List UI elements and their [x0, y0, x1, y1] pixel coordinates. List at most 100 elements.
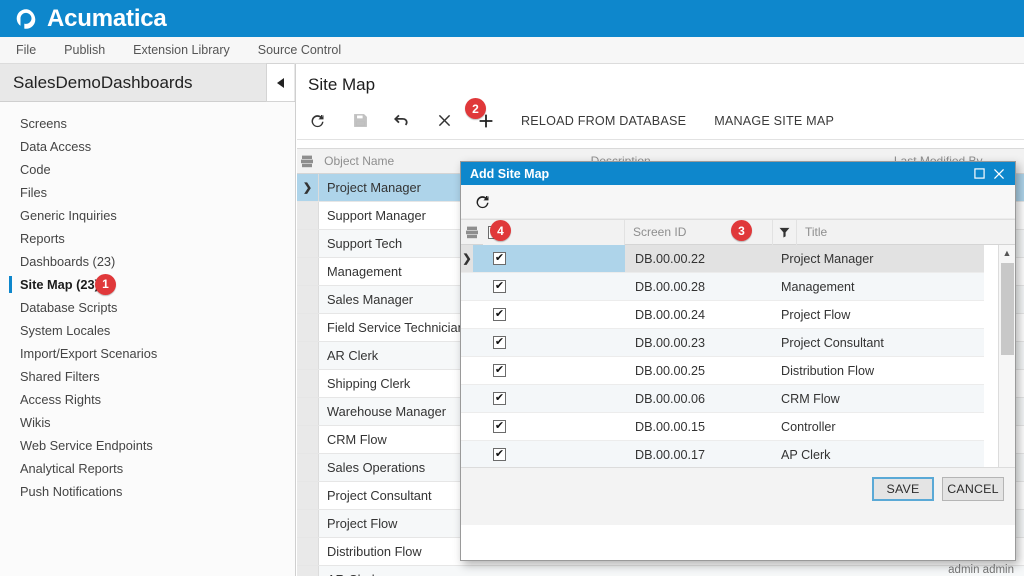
row-expand-icon[interactable]: ❯	[461, 245, 473, 272]
row-checkbox[interactable]	[493, 364, 506, 377]
cell-title: CRM Flow	[781, 391, 840, 406]
row-checkbox-cell[interactable]	[473, 301, 625, 328]
close-icon[interactable]	[989, 163, 1009, 185]
dialog-column-title[interactable]: Title	[797, 220, 1015, 245]
menu-item-source-control[interactable]: Source Control	[244, 37, 355, 63]
sidebar-item-code[interactable]: Code	[0, 158, 295, 181]
sidebar-item-label: Analytical Reports	[20, 461, 124, 476]
row-checkbox-cell[interactable]	[473, 441, 625, 468]
row-marker	[297, 370, 319, 397]
menu-item-publish[interactable]: Publish	[50, 37, 119, 63]
table-row[interactable]: DB.00.00.23 Project Consultant	[461, 329, 984, 357]
row-checkbox[interactable]	[493, 308, 506, 321]
cell-title: Project Consultant	[781, 335, 884, 350]
sidebar-item-import-export-scenarios[interactable]: Import/Export Scenarios	[0, 342, 295, 365]
sidebar-item-data-access[interactable]: Data Access	[0, 135, 295, 158]
row-checkbox-cell[interactable]	[473, 329, 625, 356]
cell-object-name: AR Clerk	[327, 348, 379, 363]
row-marker	[297, 286, 319, 313]
sidebar-item-list: Screens Data Access Code Files Generic I…	[0, 102, 295, 503]
grid-settings-icon[interactable]	[461, 226, 483, 239]
cancel-button[interactable]: CANCEL	[942, 477, 1004, 501]
table-row[interactable]: DB.00.00.24 Project Flow	[461, 301, 984, 329]
cell-screen-id: DB.00.00.24	[635, 307, 706, 322]
save-button[interactable]: SAVE	[872, 477, 934, 501]
brand-bar: Acumatica	[0, 0, 1024, 37]
row-checkbox-cell[interactable]	[473, 385, 625, 412]
table-row[interactable]: DB.00.00.25 Distribution Flow	[461, 357, 984, 385]
menu-item-extension-library[interactable]: Extension Library	[119, 37, 244, 63]
row-checkbox[interactable]	[493, 252, 506, 265]
cell-object-name: Shipping Clerk	[327, 376, 411, 391]
cell-object-name: Sales Operations	[327, 460, 426, 475]
row-checkbox-cell[interactable]	[473, 413, 625, 440]
row-marker	[297, 258, 319, 285]
sidebar-item-files[interactable]: Files	[0, 181, 295, 204]
row-checkbox[interactable]	[493, 336, 506, 349]
cell-screen-id: DB.00.00.28	[635, 279, 706, 294]
manage-site-map-button[interactable]: MANAGE SITE MAP	[700, 103, 848, 139]
table-row[interactable]: DB.00.00.15 Controller	[461, 413, 984, 441]
row-checkbox[interactable]	[493, 420, 506, 433]
sidebar-item-database-scripts[interactable]: Database Scripts	[0, 296, 295, 319]
cell-screen-id: DB.00.00.17	[635, 447, 706, 462]
maximize-icon[interactable]	[969, 163, 989, 185]
sidebar-collapse-button[interactable]	[266, 63, 294, 102]
status-bar-user: admin admin	[948, 564, 1014, 576]
sidebar-item-wikis[interactable]: Wikis	[0, 411, 295, 434]
sidebar-item-reports[interactable]: Reports	[0, 227, 295, 250]
cell-screen-id: DB.00.00.25	[635, 363, 706, 378]
sidebar-item-push-notifications[interactable]: Push Notifications	[0, 480, 295, 503]
undo-icon[interactable]	[381, 103, 423, 139]
scrollbar-thumb[interactable]	[1001, 263, 1014, 355]
table-row[interactable]: AR Clerk	[297, 566, 1024, 576]
sidebar-item-site-map[interactable]: Site Map (23) 1	[0, 273, 295, 296]
save-icon	[339, 103, 381, 139]
menu-item-file[interactable]: File	[0, 37, 50, 63]
table-row[interactable]: DB.00.00.28 Management	[461, 273, 984, 301]
cell-title: Project Manager	[781, 251, 874, 266]
sidebar-title: SalesDemoDashboards	[13, 72, 193, 92]
sidebar-item-dashboards[interactable]: Dashboards (23)	[0, 250, 295, 273]
cell-object-name: Field Service Technician	[327, 320, 465, 335]
sidebar-item-analytical-reports[interactable]: Analytical Reports	[0, 457, 295, 480]
row-marker	[297, 426, 319, 453]
grid-settings-icon[interactable]	[297, 155, 317, 168]
sidebar-item-system-locales[interactable]: System Locales	[0, 319, 295, 342]
sidebar-item-generic-inquiries[interactable]: Generic Inquiries	[0, 204, 295, 227]
row-checkbox[interactable]	[493, 392, 506, 405]
sidebar-item-screens[interactable]: Screens	[0, 112, 295, 135]
cell-screen-id: DB.00.00.23	[635, 335, 706, 350]
annotation-badge-3: 3	[731, 220, 752, 241]
table-row[interactable]: DB.00.00.06 CRM Flow	[461, 385, 984, 413]
row-checkbox-cell[interactable]	[473, 273, 625, 300]
filter-icon[interactable]	[773, 219, 797, 245]
cell-object-name: Warehouse Manager	[327, 404, 447, 419]
dialog-title-bar[interactable]: Add Site Map	[461, 162, 1015, 185]
row-checkbox-cell[interactable]	[473, 245, 625, 272]
refresh-icon[interactable]	[297, 103, 339, 139]
sidebar-item-access-rights[interactable]: Access Rights	[0, 388, 295, 411]
reload-from-database-button[interactable]: RELOAD FROM DATABASE	[507, 103, 700, 139]
row-marker	[461, 413, 473, 440]
sidebar-item-shared-filters[interactable]: Shared Filters	[0, 365, 295, 388]
row-expand-icon[interactable]: ❯	[297, 174, 319, 201]
annotation-badge-4: 4	[490, 220, 511, 241]
row-checkbox[interactable]	[493, 448, 506, 461]
cancel-icon[interactable]	[423, 103, 465, 139]
cell-title: AP Clerk	[781, 447, 831, 462]
table-row[interactable]: DB.00.00.17 AP Clerk	[461, 441, 984, 469]
row-checkbox[interactable]	[493, 280, 506, 293]
annotation-badge-2: 2	[465, 98, 486, 119]
cell-object-name: Management	[327, 264, 402, 279]
acumatica-logo-icon	[14, 7, 38, 31]
scroll-up-icon[interactable]: ▲	[999, 245, 1015, 261]
row-checkbox-cell[interactable]	[473, 357, 625, 384]
add-site-map-dialog: Add Site Map Screen ID	[460, 161, 1016, 561]
table-row[interactable]: ❯ DB.00.00.22 Project Manager	[461, 245, 984, 273]
sidebar-item-label: Screens	[20, 116, 67, 131]
refresh-icon[interactable]	[461, 186, 505, 218]
chevron-left-icon	[277, 77, 284, 88]
sidebar-item-web-service-endpoints[interactable]: Web Service Endpoints	[0, 434, 295, 457]
cell-object-name: Support Tech	[327, 236, 403, 251]
